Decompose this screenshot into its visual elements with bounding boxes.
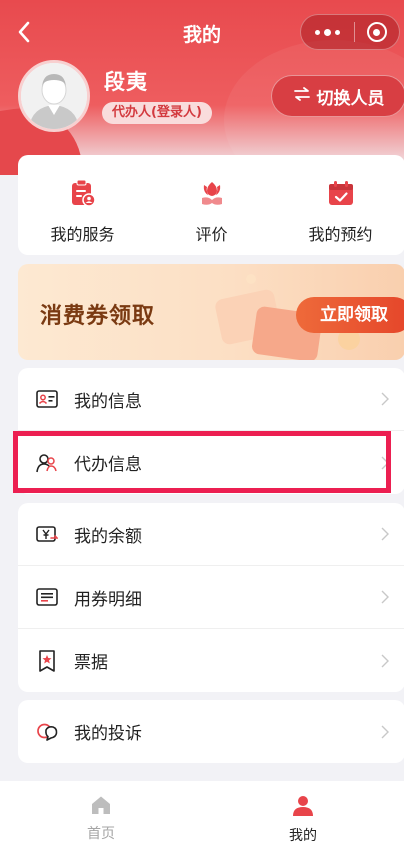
tab-label: 首页 [87, 826, 115, 842]
quick-action-label: 评价 [195, 225, 228, 244]
service-clipboard-icon [70, 179, 96, 211]
menu-item-my-info[interactable]: 我的信息 [18, 368, 404, 431]
yen-wallet-icon [36, 523, 58, 545]
coupon-banner[interactable]: 消费券领取 立即领取 [18, 264, 404, 360]
bottom-tab-bar: 首页 我的 [0, 781, 404, 852]
menu-item-coupon-details[interactable]: 用券明细 [18, 566, 404, 629]
menu-item-label: 票据 [74, 653, 108, 673]
quick-action-evaluate[interactable]: 评价 [147, 155, 276, 255]
menu-group-info: 我的信息 代办信息 [18, 368, 404, 494]
switch-person-label: 切换人员 [316, 88, 385, 109]
tab-label: 我的 [289, 828, 317, 844]
flower-hand-icon [199, 179, 225, 211]
list-detail-icon [36, 586, 58, 608]
menu-item-label: 代办信息 [74, 455, 142, 475]
quick-actions-card: 我的服务 评价 我的预约 [18, 155, 404, 255]
id-card-icon [36, 388, 58, 410]
quick-action-label: 我的服务 [50, 225, 115, 244]
swap-arrows-icon [293, 86, 311, 106]
menu-item-label: 我的投诉 [74, 724, 142, 744]
menu-item-label: 我的信息 [74, 391, 142, 412]
chevron-right-icon [379, 454, 391, 472]
mini-program-capsule [300, 14, 400, 50]
home-icon [90, 795, 112, 819]
menu-item-receipts[interactable]: 票据 [18, 629, 404, 692]
role-badge: 代办人(登录人) [102, 102, 212, 124]
user-name: 段夷 [104, 70, 148, 94]
menu-item-my-complaints[interactable]: 我的投诉 [18, 700, 404, 763]
menu-item-label: 我的余额 [74, 526, 142, 547]
people-icon [36, 452, 58, 474]
chevron-right-icon [379, 723, 391, 741]
menu-item-agent-info[interactable]: 代办信息 [18, 431, 404, 494]
avatar[interactable] [18, 60, 90, 132]
chevron-right-icon [379, 588, 391, 606]
tab-home[interactable]: 首页 [0, 781, 202, 852]
coupon-banner-title: 消费券领取 [40, 304, 156, 329]
chevron-right-icon [379, 390, 391, 408]
complaint-bubble-icon [36, 721, 58, 743]
chevron-right-icon [379, 652, 391, 670]
tab-mine[interactable]: 我的 [202, 781, 404, 852]
target-close-icon[interactable] [355, 22, 399, 42]
menu-group-complaint: 我的投诉 [18, 700, 404, 763]
quick-action-my-service[interactable]: 我的服务 [18, 155, 147, 255]
claim-now-button[interactable]: 立即领取 [296, 297, 404, 333]
ticket-star-icon [36, 649, 58, 672]
navbar: 我的 [0, 0, 404, 64]
menu-item-my-balance[interactable]: 我的余额 [18, 503, 404, 566]
chevron-right-icon [379, 525, 391, 543]
calendar-check-icon [328, 179, 354, 211]
menu-group-finance: 我的余额 用券明细 票据 [18, 503, 404, 692]
quick-action-my-appointment[interactable]: 我的预约 [276, 155, 404, 255]
more-dots-icon[interactable] [301, 28, 354, 36]
quick-action-label: 我的预约 [308, 225, 373, 244]
switch-person-button[interactable]: 切换人员 [271, 75, 404, 117]
user-icon [292, 795, 314, 821]
menu-item-label: 用券明细 [74, 589, 142, 610]
